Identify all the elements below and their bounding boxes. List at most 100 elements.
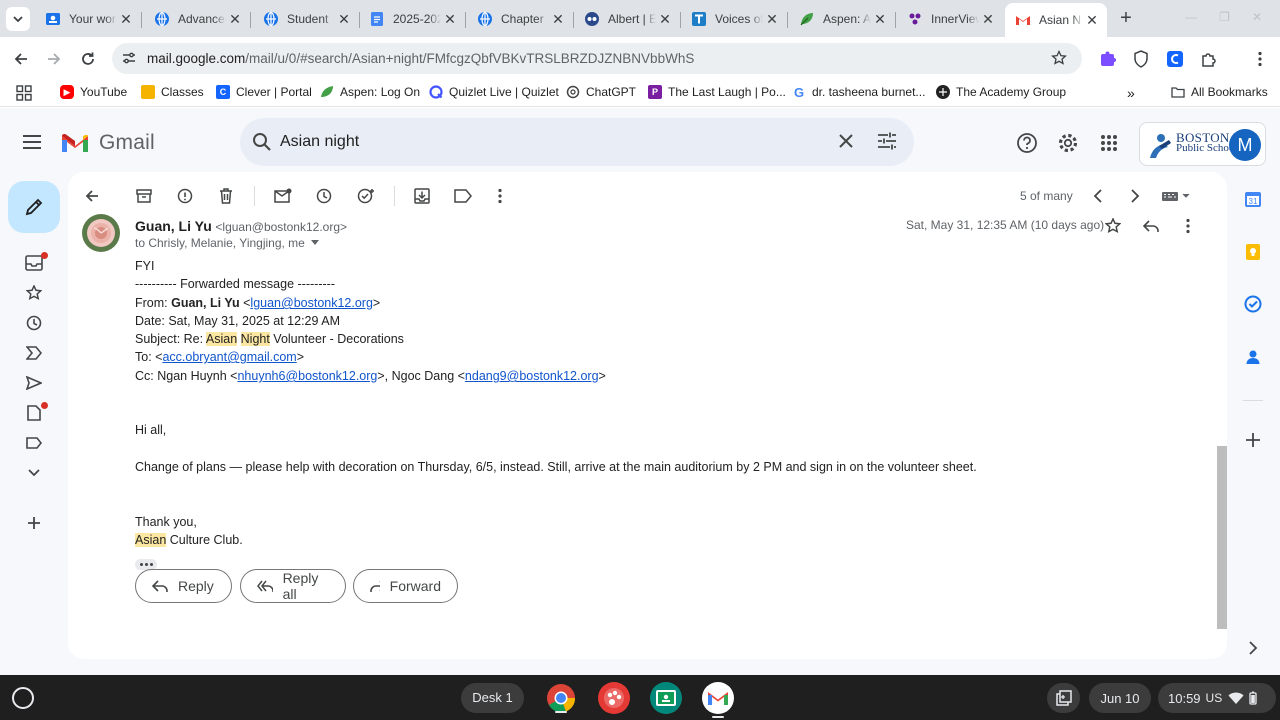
holding-space-icon[interactable]: [1047, 683, 1080, 713]
important-icon[interactable]: [24, 343, 44, 363]
label-icon[interactable]: [453, 186, 473, 206]
close-icon[interactable]: ✕: [979, 10, 997, 28]
tasks-icon[interactable]: [1243, 294, 1263, 314]
bookmark-item[interactable]: Gdr. tasheena burnet...: [792, 85, 925, 100]
contacts-icon[interactable]: [1243, 347, 1263, 367]
expand-more-icon[interactable]: [24, 463, 44, 483]
input-tools-keyboard-icon[interactable]: [1160, 186, 1192, 206]
close-icon[interactable]: ✕: [1083, 11, 1101, 29]
status-tray[interactable]: 10:59 US: [1158, 683, 1276, 713]
forward-button[interactable]: Forward: [353, 569, 458, 603]
browser-tab[interactable]: Aspen: A ✕: [789, 4, 896, 34]
extension-puzzle-purple-icon[interactable]: [1098, 49, 1118, 69]
browser-tab[interactable]: 2025-2026 ✕: [359, 4, 466, 34]
address-bar[interactable]: mail.google.com/mail/u/0/#search/Asian+n…: [112, 43, 1082, 74]
create-label-plus-icon[interactable]: [24, 513, 44, 533]
browser-tab[interactable]: Student ✕: [253, 4, 360, 34]
cc-email-link[interactable]: nhuynh6@bostonk12.org: [237, 369, 377, 383]
bookmark-item[interactable]: C Clever | Portal: [216, 85, 312, 99]
minimize-icon[interactable]: —: [1185, 10, 1197, 24]
bookmark-item[interactable]: Aspen: Log On: [320, 85, 420, 99]
mark-unread-icon[interactable]: [273, 186, 293, 206]
close-icon[interactable]: ✕: [549, 10, 567, 28]
extensions-puzzle-icon[interactable]: [1199, 49, 1219, 69]
show-side-panel-chevron-icon[interactable]: [1243, 638, 1263, 658]
calendar-icon[interactable]: 31: [1243, 189, 1263, 209]
show-details-caret-icon[interactable]: [310, 240, 319, 246]
reload-icon[interactable]: [78, 49, 98, 69]
clear-search-icon[interactable]: [838, 133, 854, 149]
account-avatar[interactable]: M: [1229, 129, 1261, 161]
bookmark-item[interactable]: The Academy Group: [936, 85, 1066, 99]
from-email-link[interactable]: lguan@bostonk12.org: [250, 296, 373, 310]
close-icon[interactable]: ✕: [226, 10, 244, 28]
reply-arrow-icon[interactable]: [1141, 216, 1161, 236]
sender-avatar[interactable]: [82, 214, 120, 252]
desk-switcher[interactable]: Desk 1: [461, 683, 524, 713]
close-icon[interactable]: ✕: [335, 10, 353, 28]
snooze-clock-icon[interactable]: [314, 186, 334, 206]
browser-tab[interactable]: Your work ✕: [35, 4, 142, 34]
launcher-icon[interactable]: [12, 687, 34, 709]
bookmark-item[interactable]: P The Last Laugh | Po...: [648, 85, 786, 99]
help-icon[interactable]: [1016, 132, 1038, 154]
classroom-app-icon[interactable]: [650, 682, 682, 714]
bookmark-item[interactable]: ChatGPT: [566, 85, 636, 99]
keep-icon[interactable]: [1243, 242, 1263, 262]
more-vert-icon[interactable]: [490, 186, 510, 206]
more-vert-icon[interactable]: [1178, 216, 1198, 236]
browser-tab[interactable]: Advanced ✕: [144, 4, 251, 34]
browser-tab[interactable]: InnerView ✕: [897, 4, 1003, 34]
close-icon[interactable]: ✕: [1252, 10, 1262, 24]
maximize-icon[interactable]: ❐: [1219, 10, 1230, 24]
close-icon[interactable]: ✕: [656, 10, 674, 28]
reply-button[interactable]: Reply: [135, 569, 232, 603]
get-addons-plus-icon[interactable]: [1243, 430, 1263, 450]
site-settings-icon[interactable]: [122, 51, 136, 65]
browser-tab[interactable]: Voices of ✕: [681, 4, 788, 34]
close-icon[interactable]: ✕: [117, 10, 135, 28]
apps-grid-icon[interactable]: [16, 85, 32, 101]
sender-name[interactable]: Guan, Li Yu: [135, 218, 212, 234]
search-icon[interactable]: [252, 132, 272, 152]
report-spam-icon[interactable]: [175, 186, 195, 206]
main-menu-icon[interactable]: [22, 134, 42, 150]
move-to-icon[interactable]: [412, 186, 432, 206]
snoozed-clock-icon[interactable]: [24, 313, 44, 333]
gmail-logo[interactable]: Gmail: [60, 131, 155, 155]
bookmark-star-icon[interactable]: [1051, 50, 1067, 66]
tab-search-button[interactable]: [6, 7, 30, 31]
gmail-app-icon[interactable]: [702, 682, 734, 718]
forward-arrow-icon[interactable]: [44, 49, 64, 69]
newer-chevron-left-icon[interactable]: [1088, 186, 1108, 206]
older-chevron-right-icon[interactable]: [1125, 186, 1145, 206]
close-icon[interactable]: ✕: [763, 10, 781, 28]
compose-button[interactable]: [8, 181, 60, 233]
shield-icon[interactable]: [1131, 49, 1151, 69]
scrollbar-thumb[interactable]: [1217, 446, 1227, 629]
new-tab-button[interactable]: +: [1116, 8, 1136, 28]
starred-icon[interactable]: [24, 283, 44, 303]
browser-tab-active[interactable]: Asian N ✕: [1005, 3, 1107, 37]
sent-icon[interactable]: [24, 373, 44, 393]
to-email-link[interactable]: acc.obryant@gmail.com: [162, 350, 296, 364]
archive-icon[interactable]: [134, 186, 154, 206]
label-icon[interactable]: [24, 433, 44, 453]
star-icon[interactable]: [1103, 216, 1123, 236]
browser-tab[interactable]: Chapter ✕: [467, 4, 574, 34]
add-task-icon[interactable]: [356, 186, 376, 206]
cc-email-link[interactable]: ndang9@bostonk12.org: [465, 369, 599, 383]
canvas-paint-app-icon[interactable]: [598, 682, 630, 714]
back-arrow-icon[interactable]: [11, 49, 31, 69]
search-input[interactable]: [280, 130, 820, 154]
bookmark-item[interactable]: Quizlet Live | Quizlet: [429, 85, 559, 99]
reply-all-button[interactable]: Reply all: [240, 569, 346, 603]
bookmark-item[interactable]: Classes: [141, 85, 204, 99]
more-vert-icon[interactable]: [1250, 49, 1270, 69]
browser-tab[interactable]: Albert | E ✕: [574, 4, 681, 34]
close-icon[interactable]: ✕: [871, 10, 889, 28]
clever-extension-icon[interactable]: [1165, 49, 1185, 69]
delete-trash-icon[interactable]: [216, 186, 236, 206]
google-apps-icon[interactable]: [1098, 132, 1120, 154]
close-icon[interactable]: ✕: [441, 10, 459, 28]
